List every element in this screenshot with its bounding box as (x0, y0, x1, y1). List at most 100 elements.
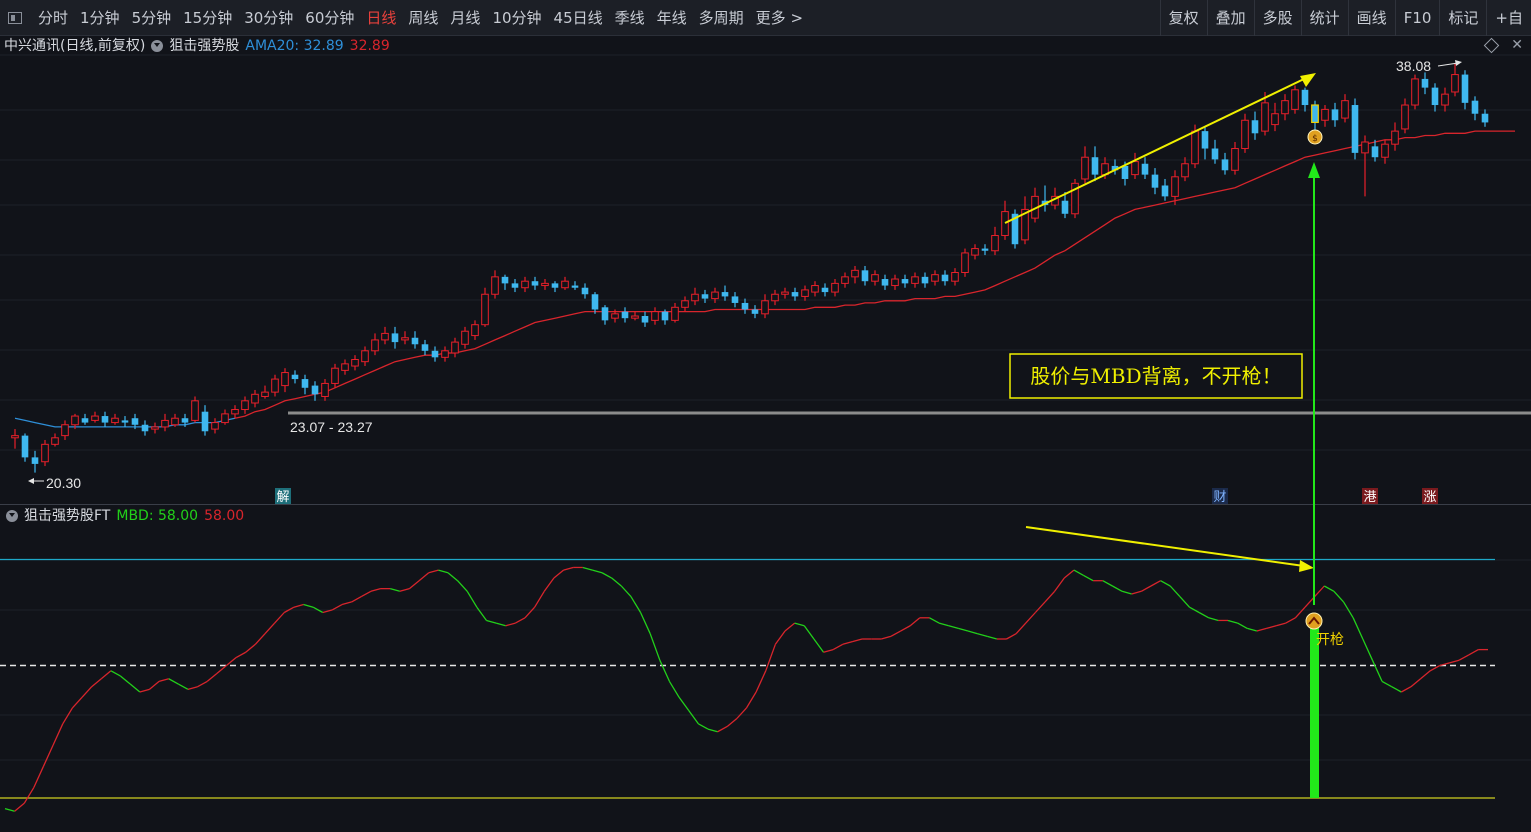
candle (1451, 63, 1459, 97)
mbd-segment (967, 630, 978, 635)
candle-body (831, 282, 839, 293)
candle-body (1461, 74, 1469, 103)
candle (221, 409, 229, 425)
candle-body (801, 289, 809, 297)
candle (1241, 113, 1249, 153)
mbd-segment (1247, 627, 1258, 632)
candle-body (1281, 100, 1289, 115)
candle (331, 363, 339, 388)
candle-body (1481, 113, 1489, 123)
candle (921, 272, 929, 288)
candle-body (141, 424, 149, 432)
mbd-segment (1449, 659, 1460, 664)
candle-body (631, 315, 639, 319)
candle (21, 433, 29, 462)
candle (721, 285, 729, 301)
mbd-segment (1237, 622, 1248, 629)
mbd-segment (948, 625, 959, 630)
candle (601, 305, 609, 325)
signal-bar (1310, 628, 1319, 798)
mbd-segment (582, 566, 593, 571)
mbd-segment (639, 612, 651, 634)
mbd-segment (399, 588, 410, 592)
candle-body (131, 418, 139, 425)
candle-body (121, 420, 129, 423)
candle (911, 272, 919, 288)
mbd-segment (678, 696, 690, 711)
candle (461, 326, 469, 349)
mbd-segment (1006, 633, 1017, 640)
candle (1461, 70, 1469, 110)
candle-body (171, 417, 179, 426)
candle-body (301, 379, 309, 388)
candle-body (861, 270, 869, 282)
mbd-segment (601, 572, 612, 579)
candle-body (1451, 74, 1459, 93)
mbd-segment (351, 596, 362, 603)
candle (1161, 178, 1169, 201)
candle (841, 272, 849, 288)
candle-body (511, 283, 519, 288)
candle-body (971, 248, 979, 256)
mbd-segment (938, 622, 949, 627)
svg-text:港: 港 (1363, 490, 1376, 505)
candle (391, 326, 399, 349)
candle-body (981, 248, 989, 251)
candle (1291, 85, 1299, 114)
candle (881, 274, 889, 290)
candle-body (71, 415, 79, 426)
mbd-segment (1160, 580, 1171, 587)
mbd-segment (23, 787, 35, 804)
candle (1181, 157, 1189, 182)
candle-body (1181, 163, 1189, 178)
candle-body (1391, 130, 1399, 145)
candle-body (371, 339, 379, 352)
candle-body (31, 457, 39, 464)
mbd-segment (958, 627, 969, 632)
money-bag-glyph: $ (1312, 134, 1318, 144)
mbd-segment (129, 683, 141, 693)
candle-body (91, 415, 99, 421)
mbd-segment (390, 588, 400, 592)
candle-body (1421, 78, 1429, 88)
candle (1351, 98, 1359, 160)
mbd-segment (216, 664, 227, 674)
candle-body (711, 291, 719, 300)
candle (1341, 94, 1349, 123)
mbd-segment (110, 670, 121, 677)
candle-body (1211, 148, 1219, 160)
candle-body (1331, 109, 1339, 121)
candle (351, 355, 359, 371)
price-trend-arrow-head (1300, 73, 1316, 87)
candle (371, 333, 379, 356)
mbd-segment (158, 678, 169, 683)
candle (531, 276, 539, 290)
candle (971, 244, 979, 260)
mbd-segment (1362, 638, 1374, 661)
candle-body (641, 316, 649, 323)
candle (831, 279, 839, 297)
candle (931, 270, 939, 286)
mbd-segment (187, 686, 198, 690)
mbd-segment (688, 710, 699, 725)
event-label-jie: 解 (275, 488, 291, 505)
mbd-segment (1208, 617, 1219, 622)
low-arrow-head (28, 478, 34, 484)
candle-body (1201, 131, 1209, 149)
mbd-segment (428, 569, 439, 574)
candle (1041, 185, 1049, 212)
mbd-segment (505, 622, 516, 627)
candle (401, 331, 409, 345)
candle-body (1241, 119, 1249, 150)
candle (141, 420, 149, 436)
candle (1321, 105, 1329, 127)
mbd-segment (707, 728, 718, 733)
candle-body (421, 344, 429, 351)
mbd-segment (264, 622, 276, 635)
candle (691, 287, 699, 306)
mbd-segment (563, 566, 574, 571)
candle (51, 433, 59, 447)
candle-body (1191, 130, 1199, 165)
candle (681, 296, 689, 312)
candle-body (51, 437, 59, 445)
